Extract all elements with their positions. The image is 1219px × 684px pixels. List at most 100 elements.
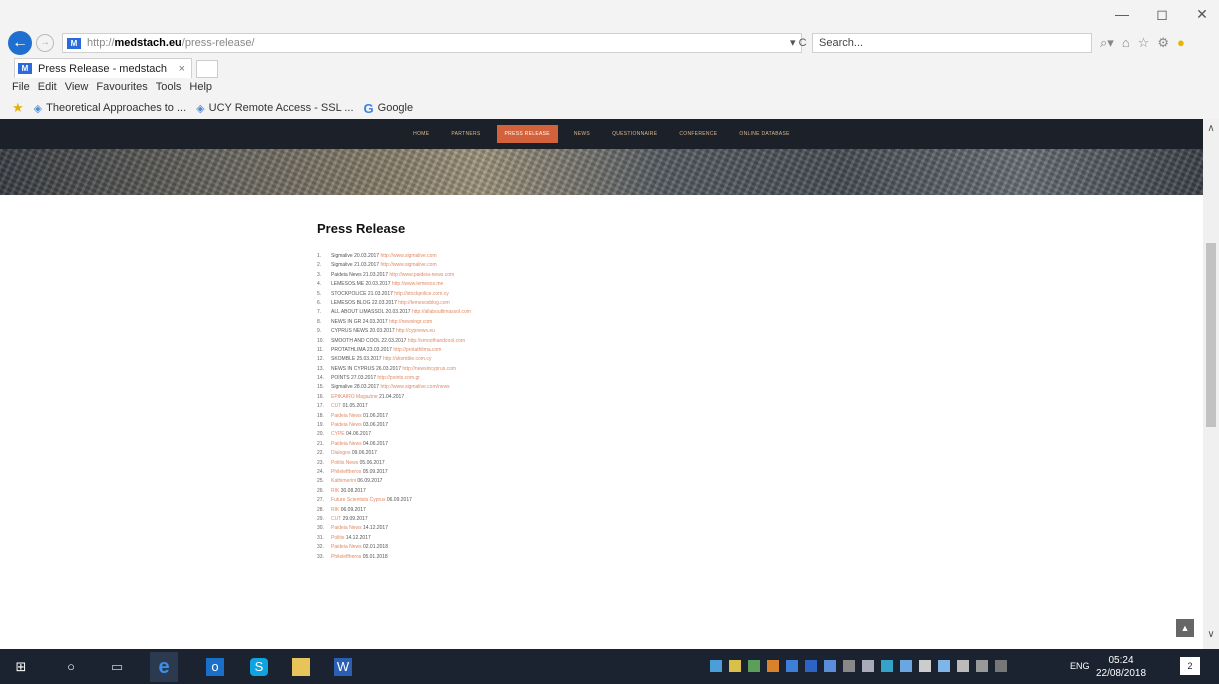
- action-center-icon[interactable]: 2: [1180, 657, 1200, 675]
- press-link[interactable]: RIK: [331, 507, 339, 513]
- tray-app-icon[interactable]: [843, 660, 855, 672]
- favourites-bar-star-icon[interactable]: ★: [12, 100, 24, 116]
- press-link[interactable]: Politis: [331, 535, 344, 541]
- press-link[interactable]: http://newsincyprus.com: [402, 366, 456, 372]
- volume-icon[interactable]: [976, 660, 988, 672]
- favourite-google[interactable]: G Google: [364, 101, 414, 116]
- outlook-icon[interactable]: o: [206, 658, 224, 676]
- press-link[interactable]: http://newsingr.com: [389, 319, 432, 325]
- new-tab-button[interactable]: [196, 60, 218, 78]
- feedback-smiley-icon[interactable]: ●: [1177, 35, 1185, 51]
- network-icon[interactable]: [938, 660, 950, 672]
- press-link[interactable]: Paideia News: [331, 422, 362, 428]
- forward-arrow-icon[interactable]: →: [36, 34, 54, 52]
- maximize-button[interactable]: ◻: [1155, 6, 1169, 23]
- press-link[interactable]: http://stockpolice.com.cy: [394, 291, 448, 297]
- favourites-star-icon[interactable]: ☆: [1138, 35, 1150, 51]
- scroll-to-top-button[interactable]: ▲: [1176, 619, 1194, 637]
- press-link[interactable]: http://www.sigmalive.com: [380, 262, 436, 268]
- scrollbar-thumb[interactable]: [1206, 243, 1216, 427]
- search-dropdown-icon[interactable]: ⌕▾: [1100, 35, 1114, 51]
- press-link[interactable]: http://www.sigmalive.com: [380, 253, 436, 259]
- internet-explorer-icon[interactable]: e: [150, 652, 178, 682]
- nav-conference[interactable]: Conference: [673, 128, 723, 140]
- skype-icon[interactable]: S: [250, 658, 268, 676]
- nav-press-release[interactable]: Press Release: [496, 125, 558, 143]
- keyboard-icon[interactable]: [995, 660, 1007, 672]
- nav-online-database[interactable]: Online Database: [733, 128, 795, 140]
- task-view-icon[interactable]: ▭: [108, 658, 126, 676]
- press-link[interactable]: Paideia News: [331, 413, 362, 419]
- press-link[interactable]: http://lemesosblog.com: [398, 300, 449, 306]
- press-link[interactable]: http://www.paideia-news.com: [389, 272, 454, 278]
- nav-questionnaire[interactable]: Questionnaire: [606, 128, 663, 140]
- tray-app-icon[interactable]: [862, 660, 874, 672]
- tab-close-icon[interactable]: ×: [179, 63, 185, 75]
- press-link[interactable]: http://smoothandcool.com: [408, 338, 465, 344]
- tray-app-icon[interactable]: [767, 660, 779, 672]
- press-link[interactable]: http://skomble.com.cy: [383, 356, 431, 362]
- battery-icon[interactable]: [957, 660, 969, 672]
- cloud-icon[interactable]: [919, 660, 931, 672]
- press-link[interactable]: Kathimerini: [331, 478, 356, 484]
- press-link[interactable]: Future Scientists Cyprus: [331, 497, 385, 503]
- tray-app-icon[interactable]: [786, 660, 798, 672]
- press-link[interactable]: Phileleftheros: [331, 554, 361, 560]
- close-button[interactable]: ✕: [1195, 6, 1209, 23]
- nav-partners[interactable]: Partners: [445, 128, 486, 140]
- tray-app-icon[interactable]: [729, 660, 741, 672]
- press-link[interactable]: http://protathlima.com: [393, 347, 441, 353]
- tray-app-icon[interactable]: [748, 660, 760, 672]
- scroll-down-arrow-icon[interactable]: ∨: [1203, 629, 1219, 643]
- press-link[interactable]: Dialogos: [331, 450, 350, 456]
- word-icon[interactable]: W: [334, 658, 352, 676]
- tray-app-icon[interactable]: [881, 660, 893, 672]
- menu-tools[interactable]: Tools: [156, 81, 182, 93]
- press-link[interactable]: http://cypnews.eu: [396, 328, 435, 334]
- press-link[interactable]: Paideia News: [331, 544, 362, 550]
- press-link[interactable]: http://www.sigmalive.com/news: [380, 384, 449, 390]
- press-link[interactable]: RIK: [331, 488, 339, 494]
- scroll-up-arrow-icon[interactable]: ∧: [1203, 123, 1219, 137]
- menu-file[interactable]: File: [12, 81, 30, 93]
- language-indicator[interactable]: ENG: [1070, 661, 1090, 671]
- press-link[interactable]: http://allaboutlimassol.com: [412, 309, 471, 315]
- press-link[interactable]: Politis News: [331, 460, 358, 466]
- favourite-ucy-remote[interactable]: ◈ UCY Remote Access - SSL ...: [196, 102, 353, 115]
- nav-home[interactable]: Home: [407, 128, 435, 140]
- refresh-icon[interactable]: ▾ C: [790, 36, 807, 49]
- menu-favourites[interactable]: Favourites: [96, 81, 147, 93]
- vertical-scrollbar[interactable]: ∧ ∨: [1203, 119, 1219, 649]
- press-link[interactable]: CYPE: [331, 431, 345, 437]
- press-list-item: 15. Sigmalive 28.03.2017 http://www.sigma…: [317, 383, 837, 392]
- cortana-search-icon[interactable]: ○: [62, 658, 80, 676]
- press-link[interactable]: CUT: [331, 516, 341, 522]
- clock[interactable]: 05:24 22/08/2018: [1094, 654, 1148, 680]
- search-input[interactable]: Search...: [812, 33, 1092, 53]
- back-arrow-icon[interactable]: ←: [8, 31, 32, 55]
- press-link[interactable]: Paideia News: [331, 441, 362, 447]
- windows-start-icon[interactable]: ⊞: [12, 658, 30, 676]
- press-link[interactable]: CUT: [331, 403, 341, 409]
- address-bar[interactable]: M http://medstach.eu/press-release/: [62, 33, 802, 53]
- press-link[interactable]: Paideia News: [331, 525, 362, 531]
- gear-icon[interactable]: ⚙: [1157, 35, 1169, 51]
- list-item-number: 4.: [317, 281, 322, 288]
- tray-app-icon[interactable]: [710, 660, 722, 672]
- menu-view[interactable]: View: [65, 81, 89, 93]
- press-link[interactable]: http://points.com.gr: [377, 375, 420, 381]
- tray-app-icon[interactable]: [900, 660, 912, 672]
- favourite-theoretical[interactable]: ◈ Theoretical Approaches to ...: [34, 102, 187, 115]
- nav-news[interactable]: News: [568, 128, 596, 140]
- tray-app-icon[interactable]: [805, 660, 817, 672]
- menu-edit[interactable]: Edit: [38, 81, 57, 93]
- file-explorer-icon[interactable]: [292, 658, 310, 676]
- press-link[interactable]: EPIKAIRO Magazine: [331, 394, 378, 400]
- press-link[interactable]: http://www.lemesos.me: [392, 281, 443, 287]
- tab-press-release[interactable]: M Press Release - medstach ×: [14, 58, 192, 78]
- minimize-button[interactable]: —: [1115, 6, 1129, 23]
- menu-help[interactable]: Help: [189, 81, 212, 93]
- home-icon[interactable]: ⌂: [1122, 35, 1130, 51]
- tray-app-icon[interactable]: [824, 660, 836, 672]
- press-link[interactable]: Phileleftheros: [331, 469, 361, 475]
